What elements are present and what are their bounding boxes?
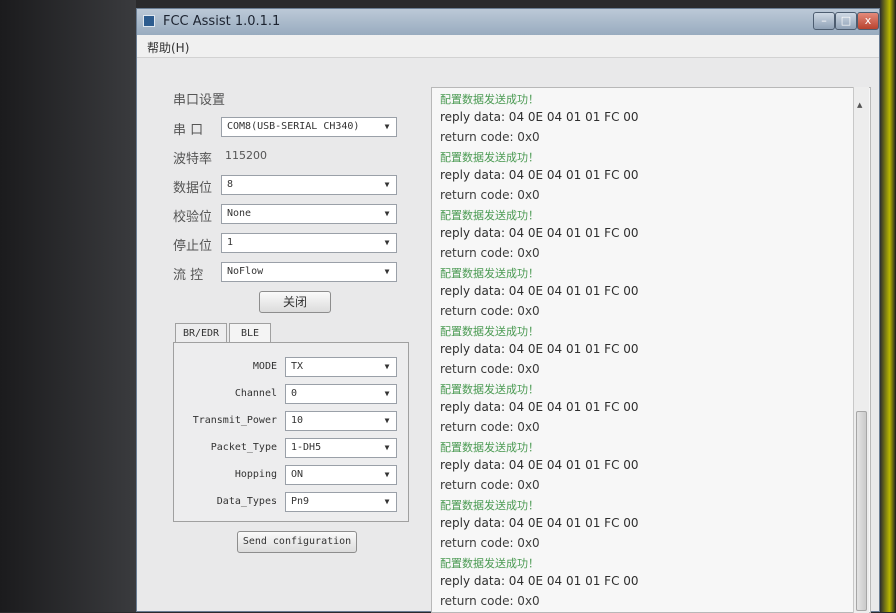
menu-bar: 帮助(H) (137, 35, 879, 58)
log-code-line: return code: 0x0 (440, 304, 540, 318)
parity-label: 校验位 (173, 210, 213, 225)
data-types-value: Pn9 (291, 496, 310, 507)
chevron-down-icon: ▼ (384, 389, 390, 398)
minimize-button[interactable]: – (813, 12, 835, 30)
log-reply-line: reply data: 04 0E 04 01 01 FC 00 (440, 574, 639, 588)
log-reply-line: reply data: 04 0E 04 01 01 FC 00 (440, 168, 639, 182)
packet-type-label: Packet_Type (210, 442, 277, 453)
log-code-line: return code: 0x0 (440, 420, 540, 434)
chevron-down-icon: ▼ (384, 122, 390, 131)
close-port-button[interactable]: 关闭 (259, 291, 331, 313)
power-select[interactable]: 10 ▼ (285, 411, 397, 431)
baud-value: 115200 (225, 149, 267, 162)
log-reply-line: reply data: 04 0E 04 01 01 FC 00 (440, 458, 639, 472)
log-success-line: 配置数据发送成功！ (440, 499, 539, 512)
tab-bredr[interactable]: BR/EDR (175, 323, 227, 344)
hopping-select[interactable]: ON ▼ (285, 465, 397, 485)
log-reply-line: reply data: 04 0E 04 01 01 FC 00 (440, 400, 639, 414)
log-reply-line: reply data: 04 0E 04 01 01 FC 00 (440, 516, 639, 530)
stopbits-select[interactable]: 1 ▼ (221, 233, 397, 253)
channel-label: Channel (234, 388, 277, 399)
log-success-line: 配置数据发送成功！ (440, 557, 539, 570)
chevron-down-icon: ▼ (384, 497, 390, 506)
log-code-line: return code: 0x0 (440, 478, 540, 492)
data-types-label: Data_Types (216, 496, 277, 507)
power-label: Transmit_Power (192, 415, 277, 426)
scroll-up-arrow-icon[interactable]: ▲ (857, 101, 862, 109)
chevron-down-icon: ▼ (384, 470, 390, 479)
app-window: FCC Assist 1.0.1.1 – □ x 帮助(H) 串口设置 串 口 … (136, 8, 880, 613)
log-code-line: return code: 0x0 (440, 246, 540, 260)
packet-type-select[interactable]: 1-DH5 ▼ (285, 438, 397, 458)
databits-select[interactable]: 8 ▼ (221, 175, 397, 195)
port-select[interactable]: COM8(USB-SERIAL CH340) ▼ (221, 117, 397, 137)
flow-select[interactable]: NoFlow ▼ (221, 262, 397, 282)
monitor-bezel-left (0, 0, 136, 612)
mode-select[interactable]: TX ▼ (285, 357, 397, 377)
menu-help[interactable]: 帮助(H) (147, 39, 189, 56)
chevron-down-icon: ▼ (384, 238, 390, 247)
log-code-line: return code: 0x0 (440, 594, 540, 608)
log-success-line: 配置数据发送成功！ (440, 93, 539, 106)
title-bar[interactable]: FCC Assist 1.0.1.1 – □ x (137, 9, 879, 35)
log-code-line: return code: 0x0 (440, 188, 540, 202)
scrollbar-thumb[interactable] (856, 411, 867, 611)
settings-pane: 串口设置 串 口 COM8(USB-SERIAL CH340) ▼ 波特率 11… (137, 57, 427, 613)
stopbits-value: 1 (227, 237, 234, 248)
log-reply-line: reply data: 04 0E 04 01 01 FC 00 (440, 342, 639, 356)
chevron-down-icon: ▼ (384, 180, 390, 189)
port-value: COM8(USB-SERIAL CH340) (227, 121, 360, 132)
log-reply-line: reply data: 04 0E 04 01 01 FC 00 (440, 284, 639, 298)
stopbits-label: 停止位 (173, 239, 213, 254)
hopping-value: ON (291, 469, 304, 480)
parity-select[interactable]: None ▼ (221, 204, 397, 224)
serial-settings-title: 串口设置 (173, 93, 226, 108)
log-panel[interactable]: 配置数据发送成功！ reply data: 04 0E 04 01 01 FC … (431, 87, 871, 613)
databits-value: 8 (227, 179, 234, 190)
parity-value: None (227, 208, 252, 219)
log-success-line: 配置数据发送成功！ (440, 441, 539, 454)
flow-label: 流 控 (173, 268, 204, 283)
chevron-down-icon: ▼ (384, 362, 390, 371)
log-scrollbar[interactable]: ▲ (853, 87, 869, 613)
chevron-down-icon: ▼ (384, 416, 390, 425)
channel-value: 0 (291, 388, 298, 399)
log-success-line: 配置数据发送成功！ (440, 209, 539, 222)
port-label: 串 口 (173, 123, 204, 138)
log-reply-line: reply data: 04 0E 04 01 01 FC 00 (440, 226, 639, 240)
send-configuration-button[interactable]: Send configuration (237, 531, 357, 553)
tab-ble[interactable]: BLE (229, 323, 271, 343)
log-code-line: return code: 0x0 (440, 536, 540, 550)
chevron-down-icon: ▼ (384, 267, 390, 276)
log-code-line: return code: 0x0 (440, 362, 540, 376)
mode-label: MODE (252, 361, 277, 372)
mode-value: TX (291, 361, 304, 372)
chevron-down-icon: ▼ (384, 209, 390, 218)
power-value: 10 (291, 415, 304, 426)
chevron-down-icon: ▼ (384, 443, 390, 452)
hopping-label: Hopping (234, 469, 277, 480)
databits-label: 数据位 (173, 181, 213, 196)
maximize-button[interactable]: □ (835, 12, 857, 30)
close-window-button[interactable]: x (857, 12, 879, 30)
data-types-select[interactable]: Pn9 ▼ (285, 492, 397, 512)
flow-value: NoFlow (227, 266, 264, 277)
log-code-line: return code: 0x0 (440, 130, 540, 144)
app-icon (143, 15, 155, 27)
packet-type-value: 1-DH5 (291, 442, 322, 453)
channel-select[interactable]: 0 ▼ (285, 384, 397, 404)
log-reply-line: reply data: 04 0E 04 01 01 FC 00 (440, 110, 639, 124)
baud-label: 波特率 (173, 152, 213, 167)
log-success-line: 配置数据发送成功！ (440, 151, 539, 164)
monitor-bezel-right (880, 0, 896, 612)
log-success-line: 配置数据发送成功！ (440, 383, 539, 396)
log-success-line: 配置数据发送成功！ (440, 325, 539, 338)
log-success-line: 配置数据发送成功！ (440, 267, 539, 280)
window-title: FCC Assist 1.0.1.1 (163, 14, 281, 29)
